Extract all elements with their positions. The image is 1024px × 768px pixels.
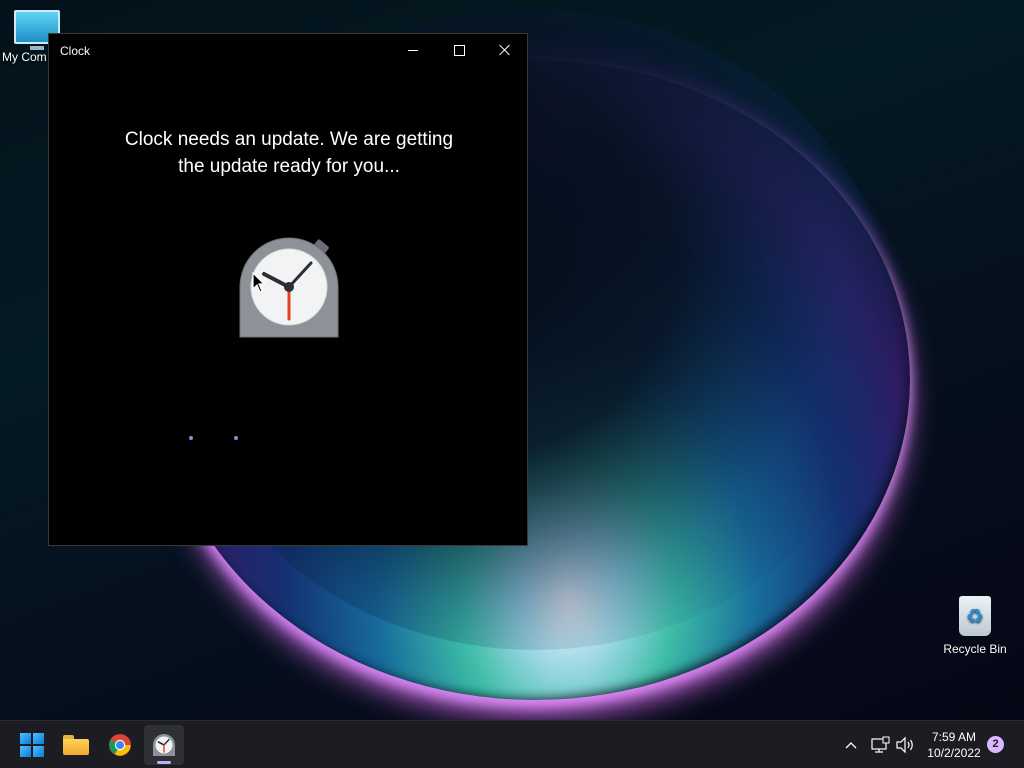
clock-app-window: Clock Clock needs an update. We are gett…	[48, 33, 528, 546]
chevron-up-icon[interactable]	[843, 737, 859, 753]
update-message-line-2: the update ready for you...	[178, 156, 400, 177]
update-message-line-1: Clock needs an update. We are getting	[124, 129, 454, 150]
window-title: Clock	[60, 44, 91, 58]
update-message: Clock needs an update. We are getting th…	[89, 126, 489, 180]
clock-date[interactable]: 10/2/2022	[922, 746, 986, 760]
desktop: My Com Recycle Bin Clock Clock needs an …	[0, 0, 1024, 768]
minimize-icon	[408, 49, 418, 51]
minimize-button[interactable]	[390, 34, 436, 66]
running-indicator	[157, 761, 171, 764]
desktop-icon-label: Recycle Bin	[943, 642, 1007, 656]
chrome-icon	[109, 734, 131, 756]
close-button[interactable]	[482, 34, 528, 66]
network-icon[interactable]	[870, 735, 890, 755]
maximize-icon	[453, 44, 465, 56]
clock-app-icon	[153, 734, 175, 756]
maximize-button[interactable]	[436, 34, 482, 66]
folder-icon	[63, 735, 89, 755]
taskbar-clock-app[interactable]	[144, 725, 184, 765]
close-icon	[499, 44, 511, 56]
start-button[interactable]	[12, 725, 52, 765]
taskbar: 7:59 AM 10/2/2022 2	[0, 720, 1024, 768]
volume-icon[interactable]	[895, 735, 915, 755]
mouse-pointer-icon	[252, 272, 266, 293]
taskbar-chrome[interactable]	[100, 725, 140, 765]
notification-badge[interactable]: 2	[987, 736, 1004, 753]
windows-start-icon	[20, 733, 44, 757]
desktop-icon-recycle-bin[interactable]: Recycle Bin	[938, 596, 1012, 656]
window-titlebar[interactable]: Clock	[49, 34, 527, 66]
recycle-bin-icon	[959, 596, 991, 636]
loading-dot	[234, 436, 238, 440]
taskbar-file-explorer[interactable]	[56, 725, 96, 765]
loading-dot	[189, 436, 193, 440]
clock-time[interactable]: 7:59 AM	[922, 730, 986, 744]
